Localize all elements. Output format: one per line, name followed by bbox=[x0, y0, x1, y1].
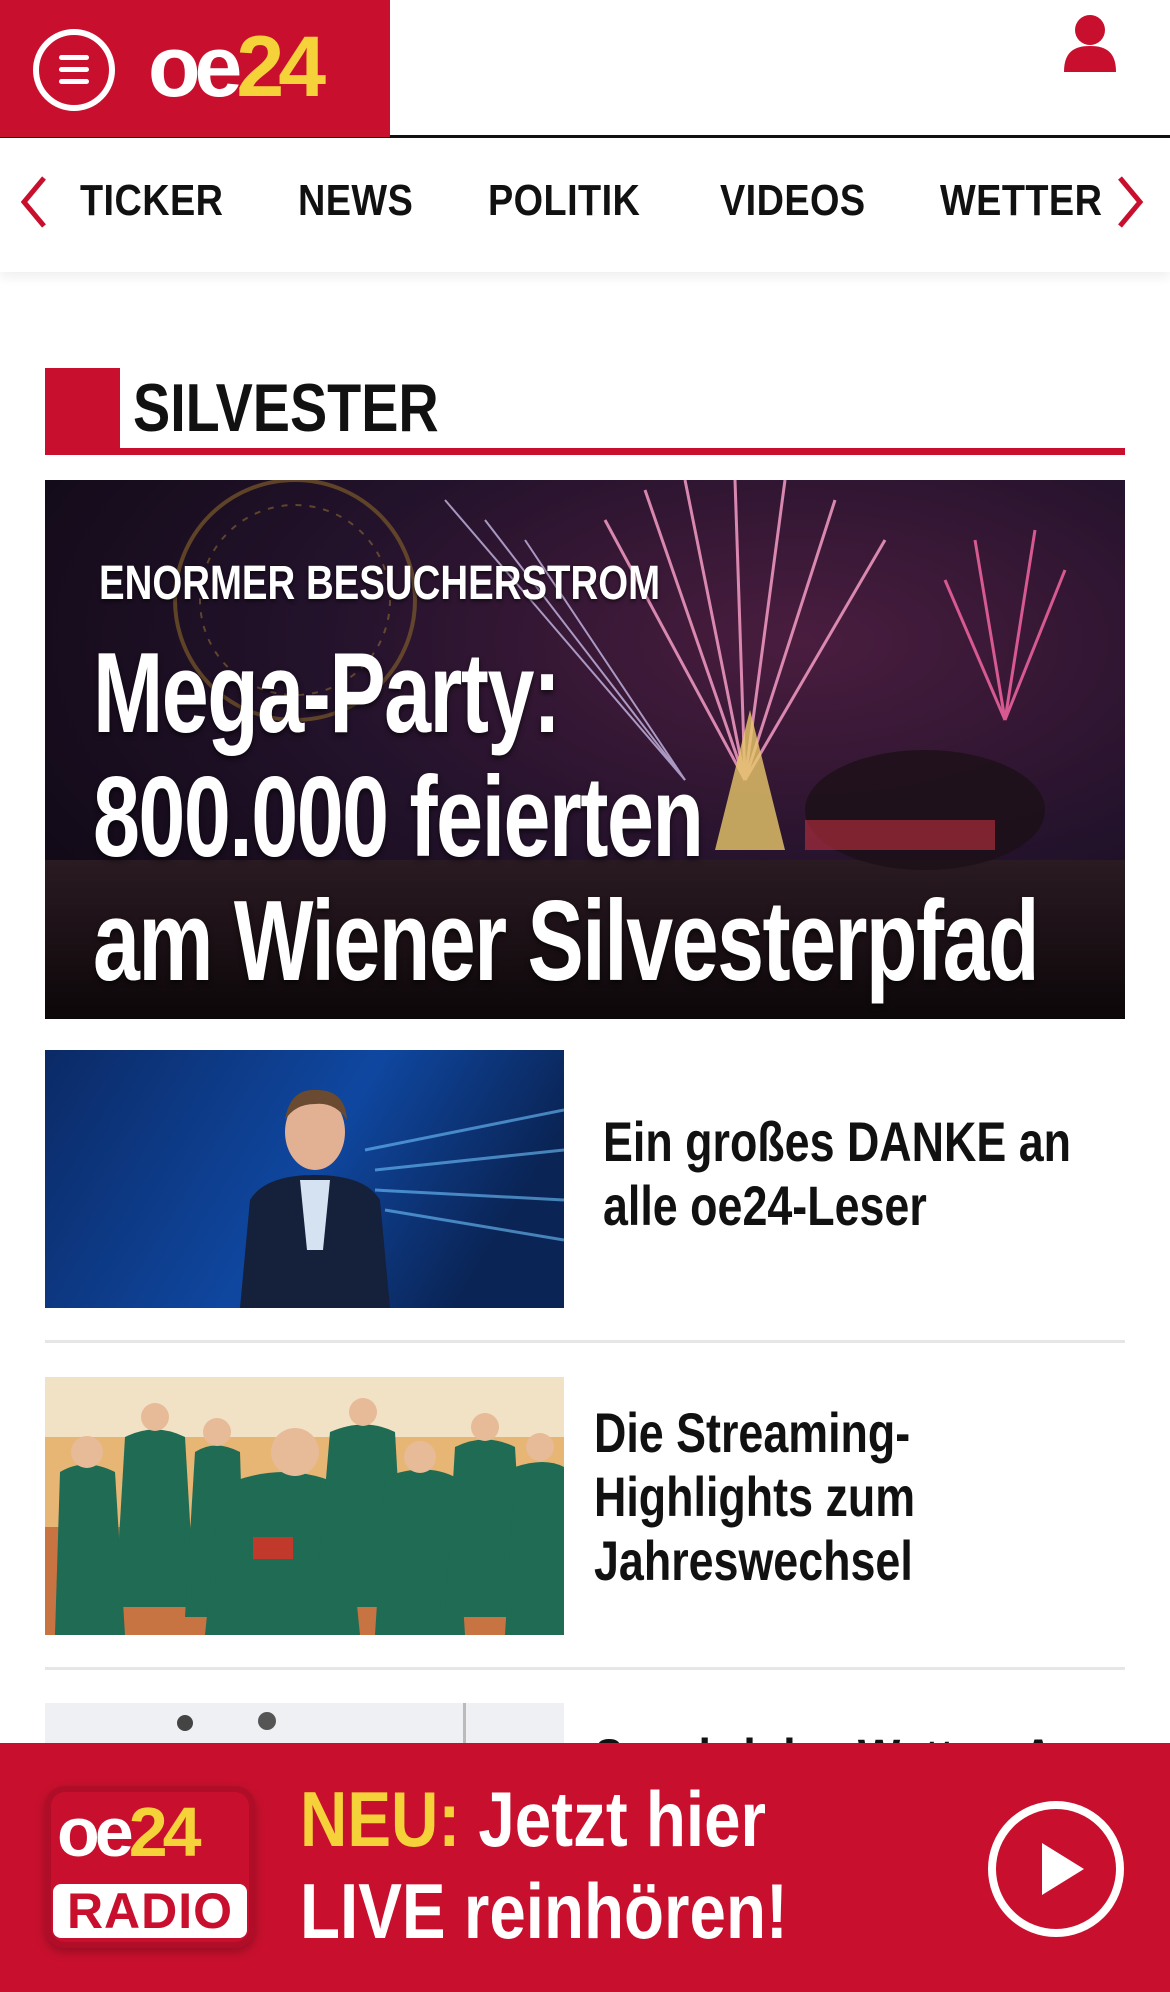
site-header: oe24 bbox=[0, 0, 1170, 138]
divider bbox=[45, 1340, 1125, 1343]
section-title[interactable]: SILVESTER bbox=[133, 368, 439, 448]
play-icon[interactable] bbox=[988, 1801, 1124, 1937]
article-thumbnail[interactable] bbox=[45, 1377, 564, 1635]
article-headline[interactable]: Die Streaming- Highlights zum Jahreswech… bbox=[594, 1401, 1154, 1593]
category-nav: TICKER NEWS POLITIK VIDEOS WETTER bbox=[0, 140, 1170, 272]
hero-headline[interactable]: Mega-Party: 800.000 feierten am Wiener S… bbox=[93, 632, 1040, 1004]
nav-item-ticker[interactable]: TICKER bbox=[80, 176, 223, 226]
nav-item-news[interactable]: NEWS bbox=[298, 176, 413, 226]
nav-item-politik[interactable]: POLITIK bbox=[488, 176, 640, 226]
chevron-left-icon[interactable] bbox=[16, 172, 52, 232]
article-card[interactable]: Ein großes DANKE an alle oe24-Leser bbox=[45, 1050, 1125, 1310]
user-icon[interactable] bbox=[1060, 12, 1120, 74]
brand-box: oe24 bbox=[0, 0, 390, 137]
nav-item-wetter[interactable]: WETTER bbox=[940, 176, 1102, 226]
hero-article[interactable]: ENORMER BESUCHERSTROM Mega-Party: 800.00… bbox=[45, 480, 1125, 1019]
article-headline[interactable]: Ein großes DANKE an alle oe24-Leser bbox=[603, 1110, 1163, 1238]
article-card[interactable]: Die Streaming- Highlights zum Jahreswech… bbox=[45, 1377, 1125, 1637]
radio-promo-text[interactable]: NEU: Jetzt hier LIVE reinhören! bbox=[300, 1773, 788, 1957]
chevron-right-icon[interactable] bbox=[1112, 172, 1148, 232]
section-header: SILVESTER bbox=[45, 368, 1125, 456]
hamburger-menu-icon[interactable] bbox=[33, 29, 115, 111]
article-thumbnail[interactable] bbox=[45, 1050, 564, 1308]
radio-banner[interactable]: oe24 RADIO NEU: Jetzt hier LIVE reinhöre… bbox=[0, 1743, 1170, 1992]
radio-logo[interactable]: oe24 RADIO bbox=[45, 1786, 255, 1948]
site-logo[interactable]: oe24 bbox=[148, 22, 326, 112]
nav-item-videos[interactable]: VIDEOS bbox=[720, 176, 866, 226]
divider bbox=[45, 1667, 1125, 1670]
hero-kicker: ENORMER BESUCHERSTROM bbox=[99, 557, 661, 610]
